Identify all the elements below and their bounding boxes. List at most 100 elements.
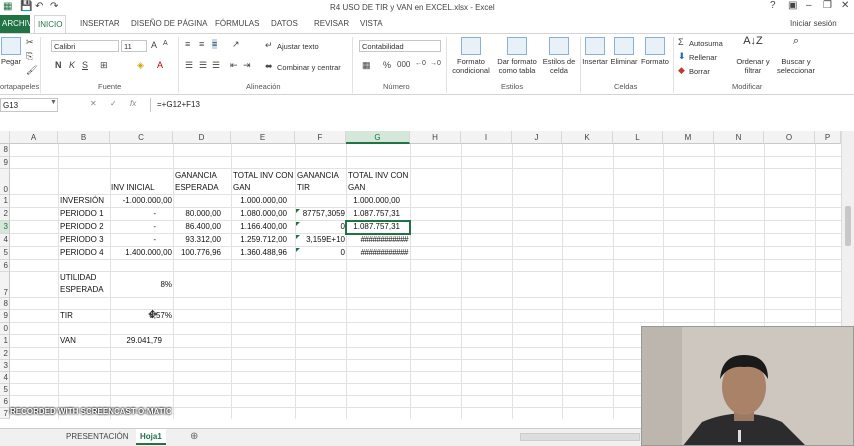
cell-e-periodo2[interactable]: 1.166.400,00 xyxy=(231,221,287,233)
fill-color-icon[interactable]: ◈ xyxy=(137,60,144,71)
orientation-icon[interactable]: ↗ xyxy=(232,39,240,50)
cell-e-periodo4[interactable]: 1.360.488,96 xyxy=(231,247,287,259)
column-header[interactable]: D xyxy=(173,131,231,144)
add-sheet-icon[interactable]: ⊕ xyxy=(190,431,198,442)
sort-filter-button[interactable]: A↓Z Ordenar y filtrar xyxy=(733,36,773,76)
row-header[interactable]: 1 xyxy=(0,195,10,208)
confirm-entry-icon[interactable]: ✓ xyxy=(110,99,117,108)
cell-e-periodo3[interactable]: 1.259.712,00 xyxy=(231,234,287,246)
cell-e-inversion[interactable]: 1.000.000,00 xyxy=(231,195,287,207)
align-right-icon[interactable]: ☰ xyxy=(212,60,220,71)
column-header[interactable]: C xyxy=(110,131,173,144)
row-header[interactable]: 3 xyxy=(0,360,10,372)
cell-g-periodo4[interactable]: ############ xyxy=(346,247,409,259)
cell-c0[interactable]: INV INICIAL xyxy=(111,182,155,194)
column-header[interactable]: N xyxy=(714,131,764,144)
format-table-button[interactable]: Dar formato como tabla xyxy=(494,37,540,75)
column-header[interactable]: I xyxy=(461,131,512,144)
cell-d-periodo2[interactable]: 86.400,00 xyxy=(173,221,221,233)
increase-decimal-icon[interactable]: ←0 xyxy=(415,60,426,67)
save-icon[interactable]: 💾 xyxy=(20,1,32,12)
tab-formulas[interactable]: FÓRMULAS xyxy=(212,15,262,33)
ribbon-display-icon[interactable]: ▣ xyxy=(788,0,797,11)
cell-f-periodo4[interactable]: 0 xyxy=(295,247,345,259)
tab-data[interactable]: DATOS xyxy=(268,15,301,33)
cell-b-utilidad-2[interactable]: ESPERADA xyxy=(60,284,104,296)
cell-f-periodo3[interactable]: 3,159E+10 xyxy=(295,234,345,246)
minimize-icon[interactable]: – xyxy=(806,0,812,11)
format-painter-icon[interactable]: 🖌 xyxy=(26,65,37,76)
cell-b-periodo1[interactable]: PERIODO 1 xyxy=(60,208,104,220)
accounting-format-icon[interactable]: ▦ xyxy=(362,60,371,71)
paste-button[interactable]: Pegar xyxy=(0,37,22,66)
conditional-format-button[interactable]: Formato condicional xyxy=(448,37,494,75)
cell-f-periodo1[interactable]: 87757,3059 xyxy=(295,208,345,220)
row-header[interactable]: 2 xyxy=(0,208,10,221)
row-header[interactable]: 6 xyxy=(0,396,10,408)
number-format-select[interactable]: Contabilidad xyxy=(359,40,441,52)
undo-icon[interactable]: ↶ xyxy=(35,1,43,12)
row-header[interactable]: 8 xyxy=(0,298,10,310)
formula-input[interactable]: =+G12+F13 xyxy=(150,98,850,112)
cell-g-periodo2[interactable]: 1.087.757,31 xyxy=(346,221,400,233)
cell-g-header-2[interactable]: GAN xyxy=(348,182,365,194)
column-header[interactable]: E xyxy=(231,131,295,144)
column-header[interactable]: A xyxy=(10,131,58,144)
cell-g-periodo3[interactable]: ############ xyxy=(346,234,409,246)
delete-cells-button[interactable]: Eliminar xyxy=(609,37,639,66)
cell-b-inversion[interactable]: INVERSIÓN xyxy=(60,195,104,207)
column-header[interactable]: P xyxy=(815,131,841,144)
cut-icon[interactable]: ✂ xyxy=(26,37,34,48)
cell-e-header-2[interactable]: GAN xyxy=(233,182,250,194)
format-cells-button[interactable]: Formato xyxy=(639,37,671,66)
cell-d-periodo3[interactable]: 93.312,00 xyxy=(173,234,221,246)
increase-indent-icon[interactable]: ⇥ xyxy=(243,60,251,71)
help-icon[interactable]: ? xyxy=(770,0,776,11)
column-header[interactable]: M xyxy=(663,131,714,144)
sheet-tab-hoja1[interactable]: Hoja1 xyxy=(136,429,166,445)
cell-g-periodo1[interactable]: 1.087.757,31 xyxy=(346,208,400,220)
row-header[interactable]: 7 xyxy=(0,408,10,419)
align-middle-icon[interactable]: ≡ xyxy=(199,39,204,49)
cell-e-periodo1[interactable]: 1.080.000,00 xyxy=(231,208,287,220)
cell-e-header-1[interactable]: TOTAL INV CON xyxy=(233,170,293,182)
clear-button[interactable]: Borrar xyxy=(689,67,710,76)
comma-style-icon[interactable]: 000 xyxy=(397,60,410,69)
cell-c-periodo2[interactable]: - xyxy=(110,221,156,233)
cell-b-utilidad-1[interactable]: UTILIDAD xyxy=(60,272,96,284)
row-header[interactable]: 4 xyxy=(0,372,10,384)
row-header[interactable]: 0 xyxy=(0,323,10,335)
cell-d-periodo1[interactable]: 80.000,00 xyxy=(173,208,221,220)
bold-icon[interactable]: N xyxy=(55,60,62,70)
close-icon[interactable]: ✕ xyxy=(841,0,849,11)
cell-f-periodo2[interactable]: 0 xyxy=(295,221,345,233)
row-header-selected[interactable]: 3 xyxy=(0,221,10,234)
cancel-entry-icon[interactable]: ✕ xyxy=(90,99,97,108)
cell-b-periodo4[interactable]: PERIODO 4 xyxy=(60,247,104,259)
wrap-text-button[interactable]: Ajustar texto xyxy=(277,42,319,51)
cell-c-periodo3[interactable]: - xyxy=(110,234,156,246)
restore-icon[interactable]: ❐ xyxy=(823,0,832,11)
row-header[interactable]: 9 xyxy=(0,310,10,323)
redo-icon[interactable]: ↷ xyxy=(50,1,58,12)
find-select-button[interactable]: ⌕ Buscar y seleccionar xyxy=(773,36,819,76)
cell-c-periodo1[interactable]: - xyxy=(110,208,156,220)
borders-icon[interactable]: ⊞ xyxy=(100,60,108,71)
shrink-font-icon[interactable]: A xyxy=(163,40,168,47)
cell-d-periodo4[interactable]: 100.776,96 xyxy=(173,247,221,259)
horizontal-scrollbar[interactable] xyxy=(520,433,640,441)
merge-center-button[interactable]: Combinar y centrar xyxy=(277,63,341,72)
align-bottom-icon[interactable]: ≡ xyxy=(212,39,218,49)
row-header[interactable]: 2 xyxy=(0,348,10,360)
column-header[interactable]: B xyxy=(58,131,110,144)
row-header[interactable]: 6 xyxy=(0,260,10,272)
cell-c-periodo4[interactable]: 1.400.000,00 xyxy=(110,247,172,259)
cell-c-inversion[interactable]: -1.000.000,00 xyxy=(110,195,172,207)
decrease-indent-icon[interactable]: ⇤ xyxy=(230,60,238,71)
cell-c-van[interactable]: 29.041,79 xyxy=(110,335,162,347)
row-header[interactable]: 5 xyxy=(0,384,10,396)
font-name-select[interactable]: Calibri xyxy=(51,40,119,52)
grow-font-icon[interactable]: A xyxy=(151,40,157,50)
fill-button[interactable]: Rellenar xyxy=(689,53,717,62)
row-header[interactable]: 5 xyxy=(0,247,10,260)
